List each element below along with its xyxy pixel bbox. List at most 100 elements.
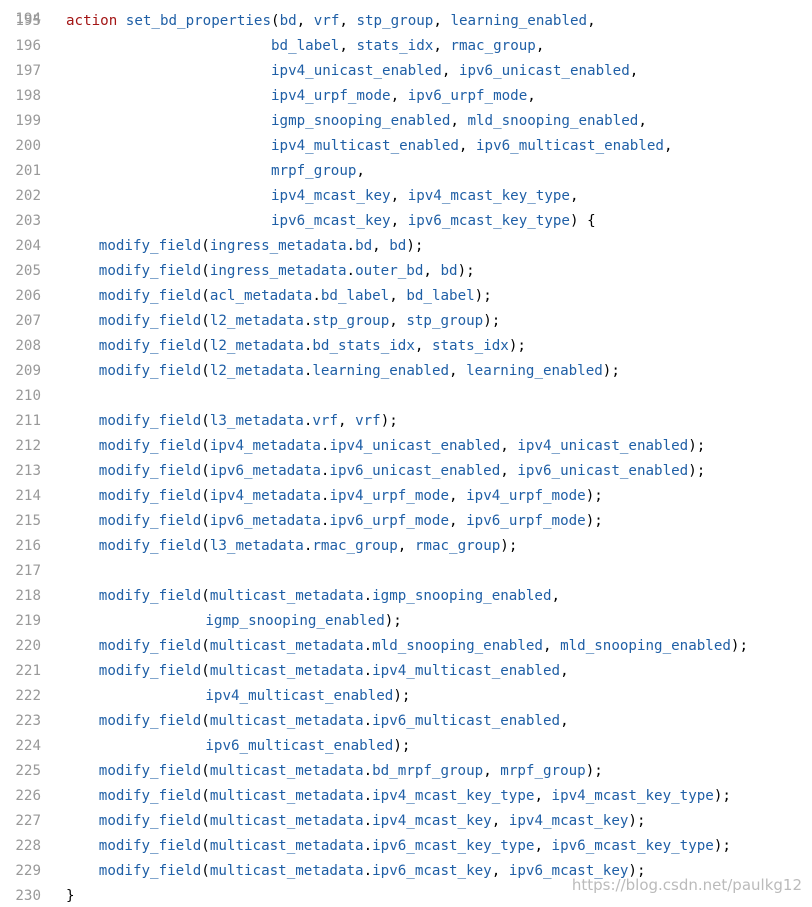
code-line: 216 modify_field(l3_metadata.rmac_group, … xyxy=(0,534,812,559)
code-text: modify_field(l3_metadata.vrf, vrf); xyxy=(66,409,398,434)
identifier-token: ipv4_metadata xyxy=(209,438,321,454)
code-text: } xyxy=(66,884,75,907)
identifier-token: ipv4_unicast_enabled xyxy=(329,438,501,454)
identifier-token: mld_snooping_enabled xyxy=(467,113,639,129)
identifier-token: ipv4_urpf_mode xyxy=(329,488,450,504)
identifier-token: ipv6_unicast_enabled xyxy=(329,463,501,479)
punctuation-token: , xyxy=(390,213,408,229)
code-line: 224 ipv6_multicast_enabled); xyxy=(0,734,812,759)
line-number: 202 xyxy=(15,188,41,204)
code-text: igmp_snooping_enabled, mld_snooping_enab… xyxy=(66,109,647,134)
identifier-token: ipv6_metadata xyxy=(209,513,321,529)
code-line: 223 modify_field(multicast_metadata.ipv6_… xyxy=(0,709,812,734)
code-line: 221 modify_field(multicast_metadata.ipv4_… xyxy=(0,659,812,684)
identifier-token: modify_field xyxy=(98,313,202,329)
identifier-token: modify_field xyxy=(98,363,202,379)
punctuation-token: ( xyxy=(201,363,210,379)
identifier-token: learning_enabled xyxy=(312,363,450,379)
punctuation-token: ( xyxy=(201,788,210,804)
punctuation-token: , xyxy=(397,538,415,554)
identifier-token: modify_field xyxy=(98,863,202,879)
punctuation-token: , xyxy=(542,638,561,654)
identifier-token: multicast_metadata xyxy=(209,713,364,729)
code-line: 219 igmp_snooping_enabled); xyxy=(0,609,812,634)
punctuation-token: , xyxy=(390,88,408,104)
code-text: modify_field(l2_metadata.learning_enable… xyxy=(66,359,620,384)
punctuation-token: ); xyxy=(508,338,526,354)
identifier-token: bd xyxy=(355,238,373,254)
punctuation-token: ( xyxy=(201,438,210,454)
code-line: 200 ipv4_multicast_enabled, ipv6_multicas… xyxy=(0,134,812,159)
punctuation-token: , xyxy=(491,813,509,829)
punctuation-token: . xyxy=(346,263,356,279)
punctuation-token: ); xyxy=(585,488,603,504)
identifier-token: modify_field xyxy=(98,788,202,804)
line-number: 214 xyxy=(15,488,41,504)
code-text: action set_bd_properties(bd, vrf, stp_gr… xyxy=(66,9,596,34)
punctuation-token: . xyxy=(363,863,373,879)
line-number: 226 xyxy=(15,788,41,804)
punctuation-token: ); xyxy=(384,613,402,629)
line-number: 203 xyxy=(15,213,41,229)
identifier-token: ipv6_urpf_mode xyxy=(466,513,586,529)
identifier-token: mld_snooping_enabled xyxy=(372,638,543,654)
code-line: 196 bd_label, stats_idx, rmac_group, xyxy=(0,34,812,59)
punctuation-token: ); xyxy=(393,738,411,754)
punctuation-token: , xyxy=(560,713,569,729)
punctuation-token: ); xyxy=(483,313,501,329)
identifier-token: ipv4_unicast_enabled xyxy=(271,63,442,79)
identifier-token: modify_field xyxy=(98,513,202,529)
code-text: ipv6_mcast_key, ipv6_mcast_key_type) { xyxy=(66,209,596,234)
code-line: 199 igmp_snooping_enabled, mld_snooping_e… xyxy=(0,109,812,134)
identifier-token: ipv6_mcast_key_type xyxy=(551,838,714,854)
code-text: modify_field(multicast_metadata.ipv6_mca… xyxy=(66,834,731,859)
code-text: igmp_snooping_enabled); xyxy=(66,609,402,634)
identifier-token: bd xyxy=(440,263,458,279)
identifier-token: ipv4_mcast_key xyxy=(372,813,492,829)
line-number: 198 xyxy=(15,88,41,104)
code-text: modify_field(ipv6_metadata.ipv6_unicast_… xyxy=(66,459,706,484)
code-text: modify_field(multicast_metadata.mld_snoo… xyxy=(66,634,748,659)
identifier-token: bd_mrpf_group xyxy=(372,763,484,779)
punctuation-token: , xyxy=(390,188,408,204)
code-text: modify_field(multicast_metadata.ipv4_mca… xyxy=(66,784,731,809)
punctuation-token: ( xyxy=(201,463,210,479)
line-number: 213 xyxy=(15,463,41,479)
code-text: modify_field(l3_metadata.rmac_group, rma… xyxy=(66,534,518,559)
punctuation-token: ( xyxy=(201,238,210,254)
code-line: 208 modify_field(l2_metadata.bd_stats_idx… xyxy=(0,334,812,359)
code-line: 201 mrpf_group, xyxy=(0,159,812,184)
identifier-token: ipv6_multicast_enabled xyxy=(476,138,664,154)
line-number: 218 xyxy=(15,588,41,604)
code-line: 209 modify_field(l2_metadata.learning_ena… xyxy=(0,359,812,384)
identifier-token: stp_group xyxy=(312,313,390,329)
identifier-token: outer_bd xyxy=(355,263,424,279)
identifier-token: ipv6_mcast_key xyxy=(372,863,492,879)
punctuation-token: , xyxy=(638,113,647,129)
punctuation-token: . xyxy=(363,663,373,679)
punctuation-token: ( xyxy=(201,413,210,429)
punctuation-token: ); xyxy=(457,263,475,279)
line-number: 224 xyxy=(15,738,41,754)
line-number: 207 xyxy=(15,313,41,329)
keyword-token: action xyxy=(66,13,118,29)
punctuation-token: , xyxy=(560,663,569,679)
identifier-token: l2_metadata xyxy=(209,363,304,379)
punctuation-token: ); xyxy=(602,363,620,379)
punctuation-token: , xyxy=(449,513,467,529)
identifier-token: modify_field xyxy=(98,238,202,254)
identifier-token: bd xyxy=(389,238,407,254)
identifier-token: stp_group xyxy=(356,13,434,29)
identifier-token: ipv4_multicast_enabled xyxy=(372,663,561,679)
identifier-token: ipv4_multicast_enabled xyxy=(271,138,459,154)
identifier-token: l2_metadata xyxy=(209,338,304,354)
line-number: 211 xyxy=(15,413,41,429)
punctuation-token: , xyxy=(569,188,579,204)
line-number: 206 xyxy=(15,288,41,304)
punctuation-token: ( xyxy=(201,263,210,279)
punctuation-token: , xyxy=(433,38,451,54)
code-line: 212 modify_field(ipv4_metadata.ipv4_unica… xyxy=(0,434,812,459)
punctuation-token: , xyxy=(441,63,459,79)
line-number: 223 xyxy=(15,713,41,729)
line-number: 215 xyxy=(15,513,41,529)
